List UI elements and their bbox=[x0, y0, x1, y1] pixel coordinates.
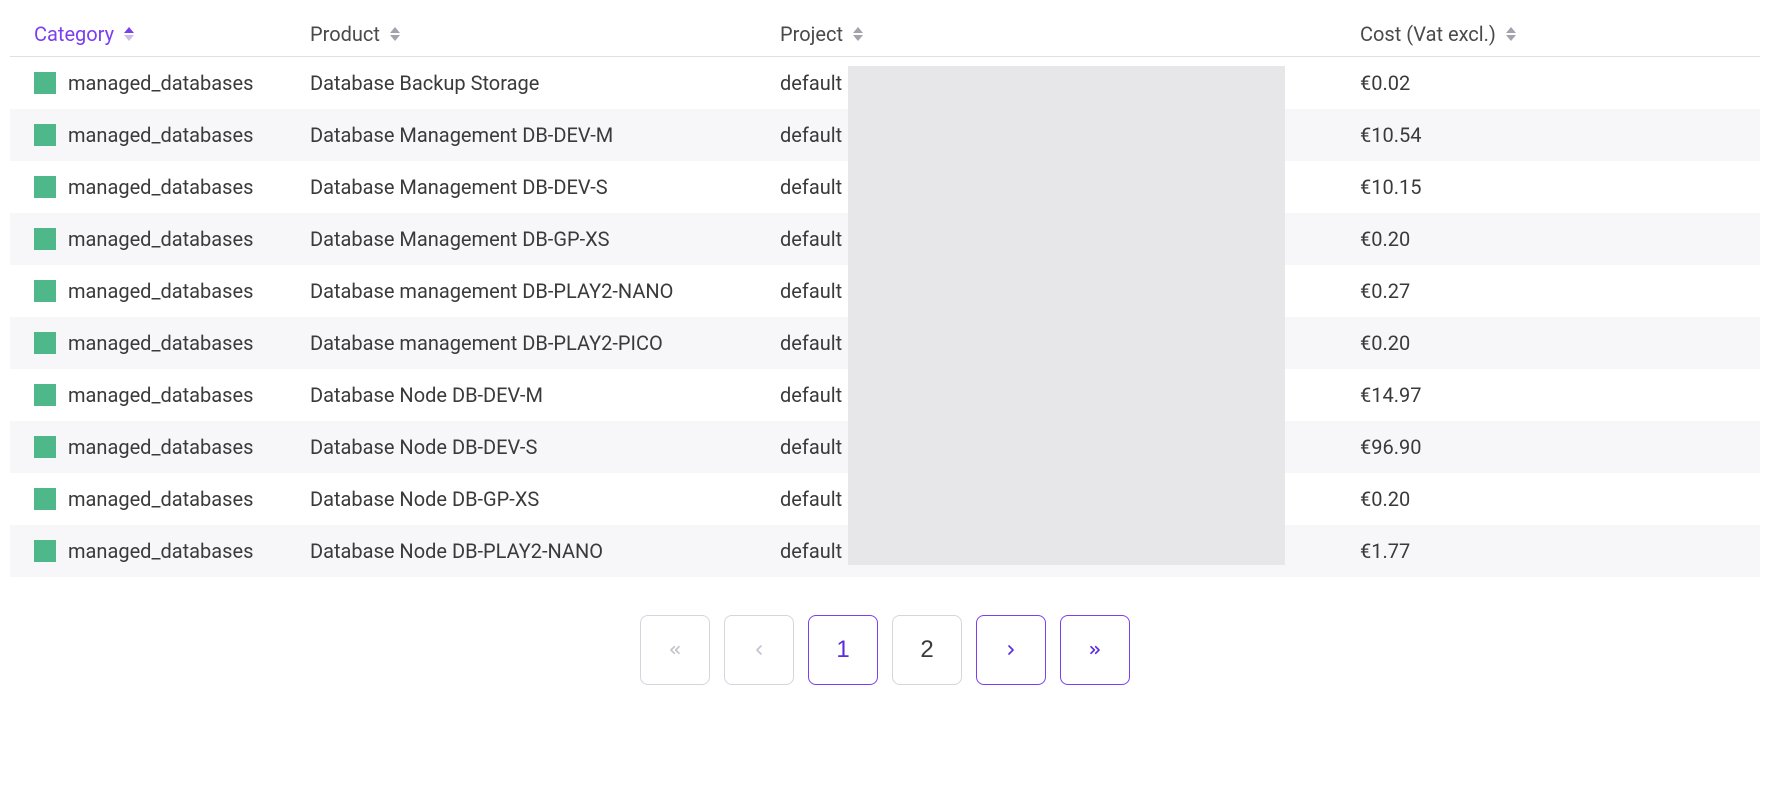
cost-label: €10.54 bbox=[1360, 123, 1421, 147]
category-label: managed_databases bbox=[68, 279, 253, 303]
table-row: managed_databases Database Node DB-DEV-M d… bbox=[10, 369, 1760, 421]
category-color-swatch bbox=[34, 72, 56, 94]
product-label: Database Backup Storage bbox=[310, 71, 539, 95]
pagination-page-1-label: 1 bbox=[836, 636, 849, 664]
pagination-last-button[interactable] bbox=[1060, 615, 1130, 685]
pagination-next-button[interactable] bbox=[976, 615, 1046, 685]
pagination: 1 2 bbox=[10, 615, 1760, 685]
category-color-swatch bbox=[34, 228, 56, 250]
category-label: managed_databases bbox=[68, 331, 253, 355]
project-label: default bbox=[780, 435, 842, 459]
table-row: managed_databases Database Management DB-… bbox=[10, 161, 1760, 213]
column-header-project-label: Project bbox=[780, 22, 843, 46]
pagination-page-2-button[interactable]: 2 bbox=[892, 615, 962, 685]
category-label: managed_databases bbox=[68, 487, 253, 511]
project-label: default bbox=[780, 383, 842, 407]
category-color-swatch bbox=[34, 280, 56, 302]
sort-icon bbox=[853, 27, 863, 41]
chevron-double-right-icon bbox=[1087, 642, 1103, 658]
category-label: managed_databases bbox=[68, 123, 253, 147]
category-color-swatch bbox=[34, 124, 56, 146]
product-label: Database Node DB-GP-XS bbox=[310, 487, 539, 511]
column-header-cost-label: Cost (Vat excl.) bbox=[1360, 22, 1496, 46]
product-label: Database Node DB-DEV-S bbox=[310, 435, 537, 459]
project-label: default bbox=[780, 539, 842, 563]
pagination-prev-button[interactable] bbox=[724, 615, 794, 685]
project-label: default bbox=[780, 279, 842, 303]
pagination-page-1-button[interactable]: 1 bbox=[808, 615, 878, 685]
product-label: Database Node DB-PLAY2-NANO bbox=[310, 539, 603, 563]
product-label: Database management DB-PLAY2-NANO bbox=[310, 279, 673, 303]
category-label: managed_databases bbox=[68, 435, 253, 459]
product-label: Database Management DB-GP-XS bbox=[310, 227, 610, 251]
product-label: Database Management DB-DEV-M bbox=[310, 123, 613, 147]
column-header-category-label: Category bbox=[34, 22, 114, 46]
category-label: managed_databases bbox=[68, 227, 253, 251]
pagination-first-button[interactable] bbox=[640, 615, 710, 685]
category-label: managed_databases bbox=[68, 539, 253, 563]
category-label: managed_databases bbox=[68, 383, 253, 407]
category-color-swatch bbox=[34, 384, 56, 406]
sort-icon bbox=[390, 27, 400, 41]
table-row: managed_databases Database Node DB-PLAY2-… bbox=[10, 525, 1760, 577]
category-color-swatch bbox=[34, 488, 56, 510]
pagination-page-2-label: 2 bbox=[920, 636, 933, 664]
product-label: Database Management DB-DEV-S bbox=[310, 175, 608, 199]
category-color-swatch bbox=[34, 176, 56, 198]
table-row: managed_databases Database management DB-… bbox=[10, 265, 1760, 317]
category-label: managed_databases bbox=[68, 175, 253, 199]
cost-label: €96.90 bbox=[1360, 435, 1421, 459]
column-header-product[interactable]: Product bbox=[310, 22, 400, 46]
category-label: managed_databases bbox=[68, 71, 253, 95]
column-header-cost[interactable]: Cost (Vat excl.) bbox=[1360, 22, 1516, 46]
cost-label: €0.20 bbox=[1360, 331, 1410, 355]
table-header-row: Category Product Project bbox=[10, 10, 1760, 57]
category-color-swatch bbox=[34, 436, 56, 458]
column-header-project[interactable]: Project bbox=[780, 22, 863, 46]
project-label: default bbox=[780, 331, 842, 355]
project-label: default bbox=[780, 123, 842, 147]
cost-label: €1.77 bbox=[1360, 539, 1410, 563]
sort-icon bbox=[124, 27, 134, 41]
project-label: default bbox=[780, 227, 842, 251]
table-row: managed_databases Database management DB-… bbox=[10, 317, 1760, 369]
chevron-double-left-icon bbox=[667, 642, 683, 658]
table-row: managed_databases Database Node DB-GP-XS d… bbox=[10, 473, 1760, 525]
cost-table: Category Product Project bbox=[10, 10, 1760, 577]
cost-label: €10.15 bbox=[1360, 175, 1421, 199]
category-color-swatch bbox=[34, 540, 56, 562]
product-label: Database Node DB-DEV-M bbox=[310, 383, 543, 407]
table-row: managed_databases Database Node DB-DEV-S d… bbox=[10, 421, 1760, 473]
cost-label: €0.20 bbox=[1360, 227, 1410, 251]
sort-icon bbox=[1506, 27, 1516, 41]
chevron-right-icon bbox=[1003, 642, 1019, 658]
column-header-category[interactable]: Category bbox=[34, 22, 134, 46]
chevron-left-icon bbox=[751, 642, 767, 658]
product-label: Database management DB-PLAY2-PICO bbox=[310, 331, 663, 355]
table-row: managed_databases Database Management DB-… bbox=[10, 109, 1760, 161]
column-header-product-label: Product bbox=[310, 22, 380, 46]
project-label: default bbox=[780, 71, 842, 95]
table-row: managed_databases Database Management DB-… bbox=[10, 213, 1760, 265]
project-label: default bbox=[780, 175, 842, 199]
table-body: managed_databases Database Backup Storage… bbox=[10, 57, 1760, 577]
cost-label: €0.27 bbox=[1360, 279, 1410, 303]
cost-label: €0.02 bbox=[1360, 71, 1410, 95]
project-label: default bbox=[780, 487, 842, 511]
cost-label: €14.97 bbox=[1360, 383, 1421, 407]
table-row: managed_databases Database Backup Storage… bbox=[10, 57, 1760, 109]
cost-label: €0.20 bbox=[1360, 487, 1410, 511]
category-color-swatch bbox=[34, 332, 56, 354]
